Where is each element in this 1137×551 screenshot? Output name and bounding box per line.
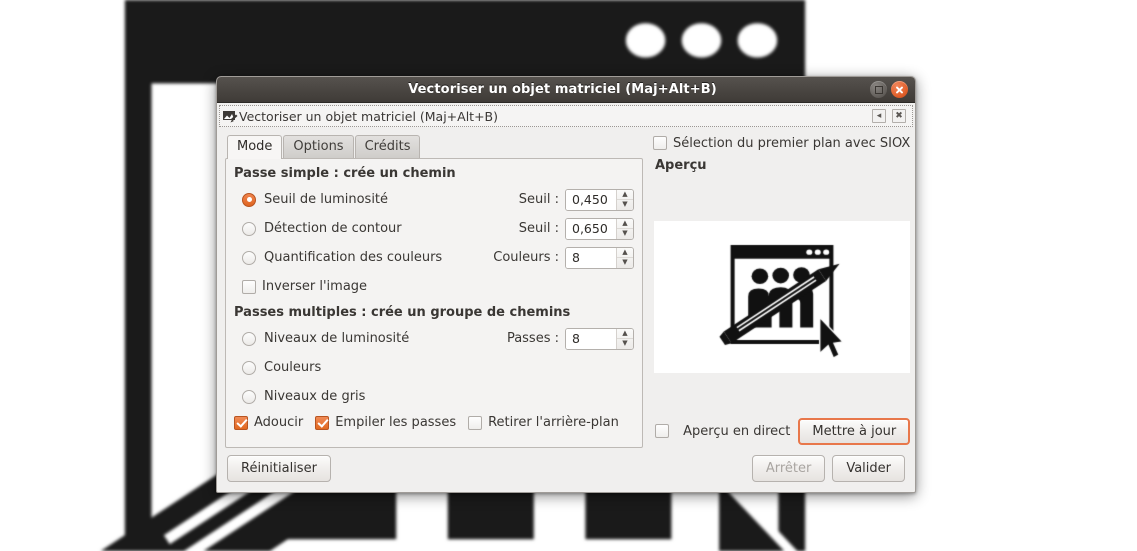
siox-row[interactable]: Sélection du premier plan avec SIOX — [653, 133, 910, 153]
option-brightness-steps[interactable]: Niveaux de luminosité Passes : 8 ▲ ▼ — [234, 324, 634, 353]
passes-label: Passes : — [506, 331, 559, 346]
footer-right-buttons: Arrêter Valider — [751, 454, 905, 482]
dialog-titlebar[interactable]: Vectoriser un objet matriciel (Maj+Alt+B… — [217, 77, 915, 103]
ok-button[interactable]: Valider — [832, 454, 905, 482]
tab-options[interactable]: Options — [283, 135, 354, 158]
radio-brightness-threshold[interactable] — [242, 192, 256, 207]
reset-button[interactable]: Réinitialiser — [227, 454, 331, 482]
checkbox-stack-passes-label: Empiler les passes — [335, 415, 457, 430]
checkbox-remove-background-item[interactable]: Retirer l'arrière-plan — [468, 415, 619, 430]
spinner-up-icon[interactable]: ▲ — [617, 248, 633, 258]
radio-colors[interactable] — [242, 360, 256, 375]
live-preview-row: Aperçu en direct Mettre à jour — [653, 414, 911, 448]
option-colors[interactable]: Couleurs — [234, 353, 634, 382]
dock-close-icon[interactable]: ✖ — [892, 109, 906, 123]
edge-threshold-spinner[interactable]: 0,650 ▲ ▼ — [565, 217, 634, 240]
checkbox-remove-background-label: Retirer l'arrière-plan — [488, 415, 619, 430]
titlebar-buttons — [870, 81, 915, 98]
option-brightness-threshold[interactable]: Seuil de luminosité Seuil : 0,450 ▲ ▼ — [234, 185, 634, 214]
restore-icon[interactable] — [870, 81, 887, 98]
colors-label: Couleurs : — [493, 250, 559, 265]
dialog-title: Vectoriser un objet matriciel (Maj+Alt+B… — [408, 82, 717, 97]
spinner-down-icon[interactable]: ▼ — [617, 258, 633, 268]
option-invert-image[interactable]: Inverser l'image — [234, 272, 634, 301]
vectorize-icon — [223, 109, 238, 123]
option-color-quantization[interactable]: Quantification des couleurs Couleurs : 8… — [234, 243, 634, 272]
preview-title: Aperçu — [655, 158, 707, 173]
checkbox-smooth-item[interactable]: Adoucir — [234, 415, 303, 430]
radio-grays[interactable] — [242, 389, 256, 404]
option-grays[interactable]: Niveaux de gris — [234, 382, 634, 411]
single-pass-group-title: Passe simple : crée un chemin — [234, 166, 456, 181]
close-icon[interactable] — [891, 81, 908, 98]
radio-color-quantization[interactable] — [242, 250, 256, 265]
colors-spinner-buttons: ▲ ▼ — [616, 247, 633, 268]
preview-column: Sélection du premier plan avec SIOX Aper… — [643, 133, 911, 448]
mode-panel: Passe simple : crée un chemin Seuil de l… — [225, 158, 643, 448]
radio-edge-detection[interactable] — [242, 221, 256, 236]
multi-pass-checkbox-row: Adoucir Empiler les passes Retirer l'arr… — [234, 415, 634, 430]
spinner-down-icon[interactable]: ▼ — [617, 200, 633, 210]
edge-threshold-value[interactable]: 0,650 — [566, 218, 616, 239]
checkbox-invert-image[interactable] — [242, 279, 256, 294]
spinner-down-icon[interactable]: ▼ — [617, 339, 633, 349]
checkbox-live-preview[interactable] — [655, 424, 670, 438]
threshold-spinner-buttons: ▲ ▼ — [616, 189, 633, 210]
passes-value[interactable]: 8 — [566, 328, 616, 349]
threshold-spinner[interactable]: 0,450 ▲ ▼ — [565, 188, 634, 211]
tab-mode[interactable]: Mode — [227, 135, 283, 159]
mode-column: Mode Options Crédits Passe simple : crée… — [225, 133, 643, 448]
option-edge-detection[interactable]: Détection de contour Seuil : 0,650 ▲ ▼ — [234, 214, 634, 243]
checkbox-remove-background[interactable] — [468, 415, 483, 430]
passes-spinner[interactable]: 8 ▲ ▼ — [565, 327, 634, 350]
vectorize-dialog: Vectoriser un objet matriciel (Maj+Alt+B… — [216, 76, 916, 493]
option-label: Seuil de luminosité — [264, 192, 389, 207]
threshold-label: Seuil : — [518, 192, 559, 207]
dock-title-strip: Vectoriser un objet matriciel (Maj+Alt+B… — [219, 105, 913, 127]
multi-pass-group-title: Passes multiples : crée un groupe de che… — [234, 305, 571, 320]
checkbox-live-preview-label: Aperçu en direct — [683, 423, 791, 439]
spinner-down-icon[interactable]: ▼ — [617, 229, 633, 239]
checkbox-siox[interactable] — [653, 136, 667, 150]
option-label: Couleurs — [264, 360, 322, 375]
spinner-up-icon[interactable]: ▲ — [617, 329, 633, 339]
passes-spinner-buttons: ▲ ▼ — [616, 328, 633, 349]
edge-threshold-label: Seuil : — [518, 221, 559, 236]
spinner-up-icon[interactable]: ▲ — [617, 190, 633, 200]
checkbox-siox-label: Sélection du premier plan avec SIOX — [673, 135, 911, 151]
checkbox-smooth-label: Adoucir — [254, 415, 304, 430]
invert-image-label: Inverser l'image — [262, 279, 368, 294]
collapse-icon[interactable]: ◂ — [872, 109, 886, 123]
option-label: Détection de contour — [264, 221, 402, 236]
update-button[interactable]: Mettre à jour — [798, 417, 911, 445]
stop-button[interactable]: Arrêter — [751, 454, 826, 482]
checkbox-stack-passes[interactable] — [315, 415, 330, 430]
checkbox-smooth[interactable] — [234, 415, 248, 430]
checkbox-stack-passes-item[interactable]: Empiler les passes — [315, 415, 456, 430]
dock-buttons: ◂ ✖ — [872, 109, 909, 123]
colors-spinner[interactable]: 8 ▲ ▼ — [565, 246, 634, 269]
edge-threshold-spinner-buttons: ▲ ▼ — [616, 218, 633, 239]
dialog-footer: Réinitialiser Arrêter Valider — [217, 448, 915, 492]
spinner-up-icon[interactable]: ▲ — [617, 219, 633, 229]
colors-value[interactable]: 8 — [566, 247, 616, 268]
preview-image — [653, 220, 910, 373]
option-label: Niveaux de gris — [264, 389, 366, 404]
dialog-body: Mode Options Crédits Passe simple : crée… — [217, 127, 915, 448]
tab-credits[interactable]: Crédits — [354, 135, 421, 158]
threshold-value[interactable]: 0,450 — [566, 189, 616, 210]
dock-title-label: Vectoriser un objet matriciel (Maj+Alt+B… — [239, 108, 499, 124]
option-label: Quantification des couleurs — [264, 250, 443, 265]
preview-frame — [653, 179, 911, 414]
radio-brightness-steps[interactable] — [242, 331, 256, 346]
option-label: Niveaux de luminosité — [264, 331, 410, 346]
tab-bar: Mode Options Crédits — [227, 133, 643, 159]
